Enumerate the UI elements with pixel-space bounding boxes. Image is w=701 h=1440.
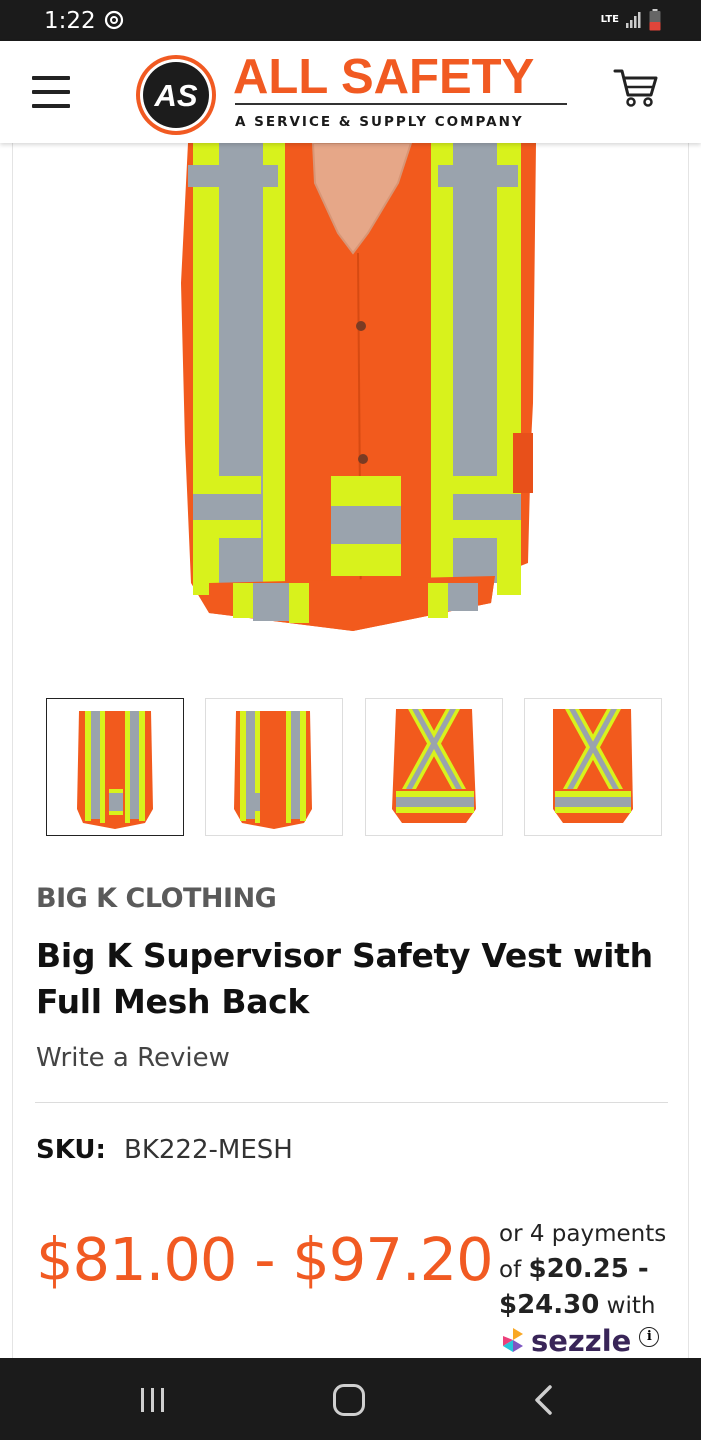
logo-subtitle: A SERVICE & SUPPLY COMPANY xyxy=(235,114,524,130)
status-bar: 1:22 LTE xyxy=(0,0,701,41)
cart-icon[interactable] xyxy=(613,67,659,109)
vest-front-thumbnail xyxy=(77,711,153,829)
thumbnail-front[interactable] xyxy=(46,698,184,836)
sezzle-suffix: with xyxy=(606,1293,656,1319)
product-page: BIG K CLOTHING Big K Supervisor Safety V… xyxy=(12,143,689,1358)
home-icon[interactable] xyxy=(333,1384,365,1416)
product-brand[interactable]: BIG K CLOTHING xyxy=(36,883,277,914)
signal-icon xyxy=(626,12,641,28)
thumbnail-gallery xyxy=(46,698,662,836)
sku-value: BK222-MESH xyxy=(124,1135,293,1165)
site-header: AS ALL SAFETY A SERVICE & SUPPLY COMPANY xyxy=(0,41,701,143)
logo-divider xyxy=(235,103,567,105)
logo-initials: AS xyxy=(153,78,197,113)
vest-back-angled-thumbnail xyxy=(553,709,633,823)
product-title: Big K Supervisor Safety Vest with Full M… xyxy=(36,936,653,1021)
thumbnail-front-angled[interactable] xyxy=(205,698,343,836)
recent-apps-icon[interactable] xyxy=(139,1386,167,1414)
status-icons: LTE xyxy=(601,8,661,32)
sezzle-mark-icon xyxy=(503,1328,523,1352)
product-main-image[interactable] xyxy=(13,143,689,663)
sku-label: SKU: xyxy=(36,1135,106,1165)
hamburger-menu-icon[interactable] xyxy=(32,74,72,110)
sezzle-installments: or 4 payments of $20.25 - $24.30 with xyxy=(499,1217,679,1324)
network-type-label: LTE xyxy=(600,14,619,25)
divider xyxy=(35,1102,668,1103)
thumbnail-back[interactable] xyxy=(365,698,503,836)
vest-back-thumbnail xyxy=(392,709,476,823)
vest-front-angled-thumbnail xyxy=(234,711,312,829)
battery-icon xyxy=(649,9,661,31)
system-navigation-bar xyxy=(0,1358,701,1440)
status-time: 1:22 xyxy=(44,8,96,34)
info-icon[interactable]: i xyxy=(639,1327,660,1347)
sezzle-wordmark: sezzle xyxy=(531,1324,632,1358)
logo-badge[interactable]: AS xyxy=(135,54,217,136)
write-review-link[interactable]: Write a Review xyxy=(36,1043,230,1073)
sync-icon xyxy=(104,10,124,30)
thumbnail-back-angled[interactable] xyxy=(524,698,662,836)
back-icon[interactable] xyxy=(532,1384,556,1416)
logo-title[interactable]: ALL SAFETY xyxy=(233,49,534,105)
sezzle-logo[interactable]: sezzle i xyxy=(499,1323,660,1358)
price-range: $81.00 - $97.20 xyxy=(36,1225,494,1294)
